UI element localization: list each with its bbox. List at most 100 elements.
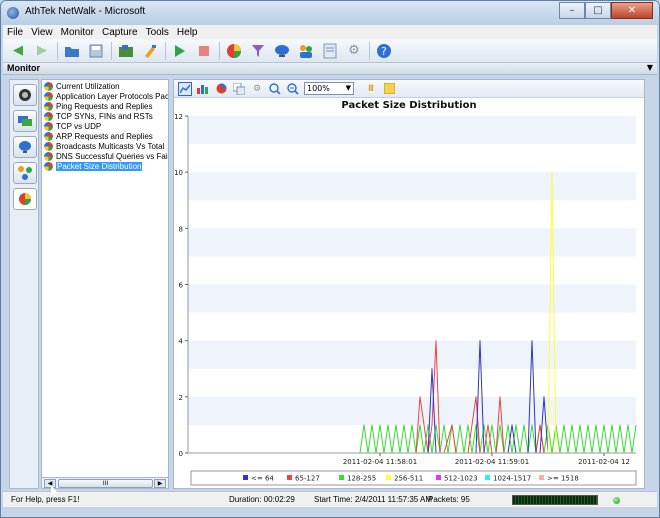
- y-tick-label: 8: [179, 225, 183, 233]
- tree-item-label: TCP SYNs, FINs and RSTs: [56, 111, 153, 121]
- monitor-panel-title: Monitor: [7, 63, 40, 73]
- grid-band: [188, 396, 636, 425]
- pie-chart-icon[interactable]: [214, 82, 228, 96]
- tree-item-ping[interactable]: Ping Requests and Replies: [44, 101, 153, 111]
- save-icon[interactable]: [87, 42, 105, 60]
- zoom-select[interactable]: 100% ▼: [304, 82, 354, 95]
- menu-help[interactable]: Help: [173, 27, 202, 38]
- tree-item-current-utilization[interactable]: Current Utilization: [44, 81, 120, 91]
- tree-item-label: ARP Requests and Replies: [56, 131, 153, 141]
- host-category-button[interactable]: [13, 162, 37, 184]
- tree-item-label: Current Utilization: [56, 81, 120, 91]
- toolbar-separator: [111, 41, 112, 60]
- capture-icon[interactable]: [117, 42, 135, 60]
- x-axis-ticks: 2011-02-04 11:58:01 2011-02-04 11:59:01 20…: [343, 453, 630, 466]
- network-category-button[interactable]: [13, 110, 37, 132]
- grid-band: [188, 172, 636, 201]
- brush-icon[interactable]: [141, 42, 159, 60]
- legend-swatch: [243, 475, 248, 480]
- grid-band: [188, 116, 636, 145]
- monitor-category-button[interactable]: [13, 136, 37, 158]
- scroll-thumb[interactable]: III: [58, 479, 153, 488]
- tree-item-application-protocols[interactable]: Application Layer Protocols Packets: [44, 91, 168, 101]
- start-icon[interactable]: [171, 42, 189, 60]
- legend-swatch: [386, 475, 391, 480]
- statistics-category-button[interactable]: [13, 188, 37, 210]
- pie-chart-icon[interactable]: [225, 42, 243, 60]
- menu-capture[interactable]: Capture: [98, 27, 142, 38]
- monitor-category-strip: [9, 79, 39, 489]
- tree-item-broadcasts[interactable]: Broadcasts Multicasts Vs Total: [44, 141, 164, 151]
- filter-icon[interactable]: [249, 42, 267, 60]
- pause-icon[interactable]: Ⅱ: [364, 82, 378, 96]
- toolbar-separator: [165, 41, 166, 60]
- stop-icon[interactable]: [195, 42, 213, 60]
- chevron-down-icon[interactable]: ▼: [647, 63, 653, 72]
- menu-tools[interactable]: Tools: [142, 27, 173, 38]
- tree-item-label: Packet Size Distribution: [56, 161, 143, 171]
- help-icon[interactable]: ?: [375, 42, 393, 60]
- tree-item-tcp-vs-udp[interactable]: TCP vs UDP: [44, 121, 101, 131]
- back-arrow-icon[interactable]: ◀: [9, 42, 27, 60]
- pie-chart-icon: [44, 151, 53, 161]
- svg-text:?: ?: [381, 45, 387, 58]
- packet-size-chart: 0 2 4 6 8 10 12 2011-02-04 11:58:01 2011-02-04 …: [174, 100, 637, 486]
- statistics-tree: Current Utilization Application Layer Pr…: [41, 79, 169, 489]
- document-icon[interactable]: [321, 42, 339, 60]
- line-chart-icon[interactable]: [178, 81, 192, 96]
- toolbar-separator: [369, 41, 370, 60]
- note-icon[interactable]: [382, 82, 396, 96]
- menu-view[interactable]: View: [27, 27, 57, 38]
- bar-chart-icon[interactable]: [196, 82, 210, 96]
- users-icon[interactable]: [297, 42, 315, 60]
- traffic-category-button[interactable]: [13, 84, 37, 106]
- pie-chart-icon: [44, 121, 53, 131]
- grid-band: [188, 284, 636, 313]
- legend-label: 128-255: [347, 475, 376, 483]
- tree-horizontal-scrollbar[interactable]: ◀ III ▶: [41, 477, 169, 489]
- open-folder-icon[interactable]: [63, 42, 81, 60]
- minimize-button[interactable]: –: [559, 2, 585, 19]
- tree-item-packet-size[interactable]: Packet Size Distribution: [44, 161, 143, 171]
- settings-icon[interactable]: ⚙: [250, 82, 264, 96]
- menu-file[interactable]: File: [3, 27, 27, 38]
- tree-item-dns[interactable]: DNS Successful Queries vs Failed Quer: [44, 151, 168, 161]
- settings-icon[interactable]: ⚙: [345, 42, 363, 60]
- forward-arrow-icon[interactable]: ▶: [33, 42, 51, 60]
- title-bar: AthTek NetWalk - Microsoft – □ ✕: [1, 1, 659, 25]
- tree-item-label: Broadcasts Multicasts Vs Total: [56, 141, 165, 151]
- monitor-icon[interactable]: [273, 42, 291, 60]
- window-title: AthTek NetWalk - Microsoft: [25, 6, 146, 17]
- status-packets: Packets: 95: [428, 495, 470, 504]
- y-tick-label: 2: [179, 394, 183, 402]
- menu-monitor[interactable]: Monitor: [57, 27, 98, 38]
- chart-grid: [188, 116, 636, 453]
- close-button[interactable]: ✕: [611, 2, 653, 19]
- y-tick-label: 10: [174, 169, 183, 177]
- y-tick-label: 12: [174, 113, 183, 121]
- tree-item-tcp-syns[interactable]: TCP SYNs, FINs and RSTs: [44, 111, 153, 121]
- y-tick-label: 0: [179, 450, 183, 458]
- chevron-down-icon: ▼: [345, 84, 351, 92]
- status-help-text: For Help, press F1!: [11, 495, 80, 504]
- y-tick-label: 4: [179, 338, 184, 346]
- maximize-button[interactable]: □: [585, 2, 611, 19]
- toolbar-separator: [57, 41, 58, 60]
- scroll-right-button[interactable]: ▶: [154, 479, 166, 488]
- copy-icon[interactable]: [232, 82, 246, 96]
- scroll-left-button[interactable]: ◀: [44, 479, 56, 488]
- pie-chart-icon: [44, 131, 53, 141]
- legend-label: <= 64: [251, 475, 274, 483]
- tree-item-arp[interactable]: ARP Requests and Replies: [44, 131, 153, 141]
- grid-band: [188, 228, 636, 257]
- pie-chart-icon: [44, 91, 53, 101]
- zoom-out-icon[interactable]: [286, 82, 300, 96]
- traffic-meter: [512, 495, 598, 505]
- y-tick-label: 6: [179, 282, 184, 290]
- legend-swatch: [485, 475, 490, 480]
- tree-item-label: TCP vs UDP: [56, 121, 102, 131]
- x-tick-label: 2011-02-04 12: [578, 458, 630, 466]
- main-toolbar: ◀ ▶ ⚙ ?: [3, 39, 657, 63]
- toolbar-separator: [219, 41, 220, 60]
- zoom-in-icon[interactable]: [268, 82, 282, 96]
